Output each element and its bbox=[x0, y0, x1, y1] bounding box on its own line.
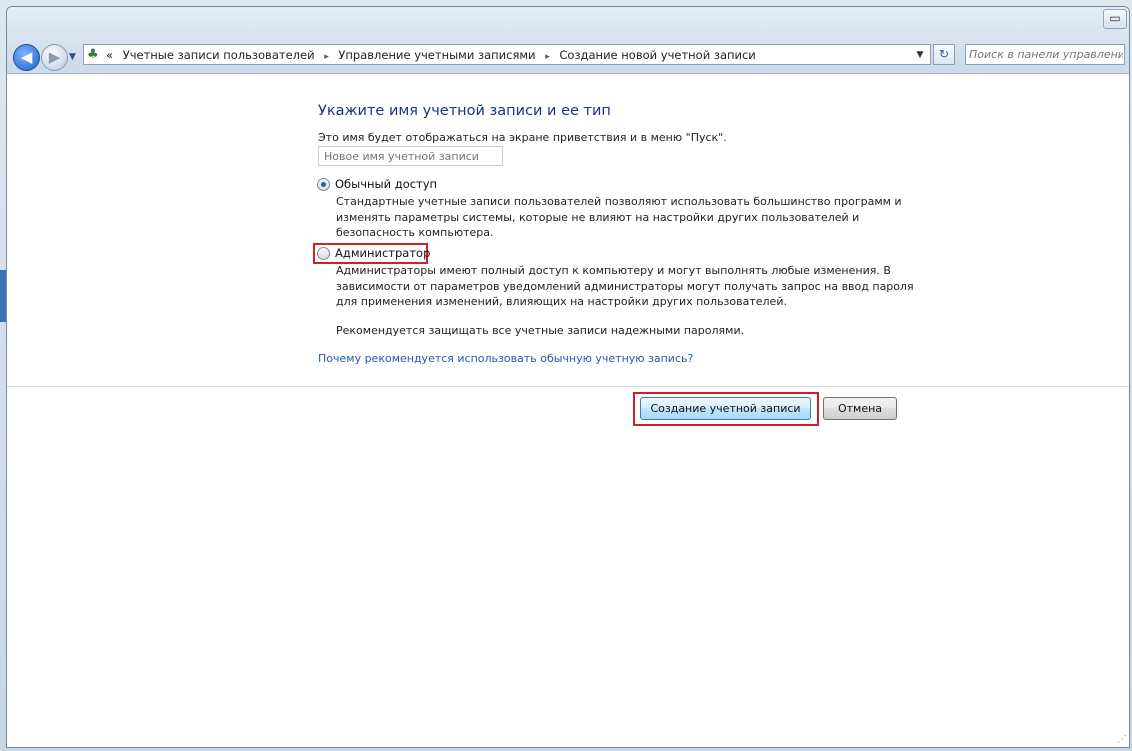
radio-selected-icon[interactable] bbox=[317, 178, 330, 191]
breadcrumb-item-create-account[interactable]: Создание новой учетной записи bbox=[559, 48, 755, 62]
option-standard-label[interactable]: Обычный доступ bbox=[335, 177, 437, 192]
refresh-icon[interactable]: ↻ bbox=[933, 44, 955, 65]
cancel-button[interactable]: Отмена bbox=[823, 397, 897, 420]
breadcrumb-separator-icon[interactable]: ▸ bbox=[324, 52, 329, 62]
breadcrumb: « Учетные записи пользователей ▸ Управле… bbox=[106, 47, 762, 63]
page-title: Укажите имя учетной записи и ее тип bbox=[318, 103, 611, 119]
breadcrumb-item-manage-accounts[interactable]: Управление учетными записями bbox=[338, 48, 535, 62]
option-standard-description: Стандартные учетные записи пользователей… bbox=[336, 195, 902, 239]
breadcrumb-overflow[interactable]: « bbox=[106, 48, 113, 62]
search-field[interactable] bbox=[965, 44, 1125, 65]
main-content: Укажите имя учетной записи и ее тип Это … bbox=[7, 74, 1129, 747]
create-account-button[interactable]: Создание учетной записи bbox=[640, 397, 811, 420]
account-name-input[interactable] bbox=[318, 146, 503, 166]
why-standard-link[interactable]: Почему рекомендуется использовать обычну… bbox=[318, 352, 693, 365]
radio-dot-icon bbox=[321, 182, 326, 187]
maximize-button[interactable]: ▭ bbox=[1103, 9, 1127, 29]
window-toolbar: ▭ ◀ ▶ ▼ ♣ « Учетные записи пользователей… bbox=[7, 7, 1129, 74]
resize-grip-icon[interactable]: ⋰ bbox=[1117, 734, 1127, 745]
forward-arrow-icon[interactable]: ▶ bbox=[41, 44, 68, 71]
address-bar[interactable]: ♣ « Учетные записи пользователей ▸ Управ… bbox=[83, 44, 931, 65]
control-panel-window: ▭ ◀ ▶ ▼ ♣ « Учетные записи пользователей… bbox=[6, 6, 1130, 748]
search-input[interactable] bbox=[969, 46, 1123, 63]
breadcrumb-separator-icon[interactable]: ▸ bbox=[545, 52, 550, 62]
breadcrumb-item-user-accounts[interactable]: Учетные записи пользователей bbox=[123, 48, 315, 62]
option-admin-description: Администраторы имеют полный доступ к ком… bbox=[336, 264, 914, 308]
user-accounts-icon: ♣ bbox=[87, 47, 99, 62]
divider bbox=[7, 386, 1129, 387]
recent-pages-dropdown[interactable]: ▼ bbox=[69, 51, 79, 63]
radio-unselected-icon[interactable] bbox=[317, 247, 330, 260]
name-hint: Это имя будет отображаться на экране при… bbox=[318, 131, 727, 144]
option-admin-label[interactable]: Администратор bbox=[335, 246, 430, 261]
password-recommendation: Рекомендуется защищать все учетные запис… bbox=[336, 324, 745, 337]
address-dropdown-icon[interactable]: ▼ bbox=[914, 47, 926, 63]
back-arrow-icon[interactable]: ◀ bbox=[13, 44, 40, 71]
